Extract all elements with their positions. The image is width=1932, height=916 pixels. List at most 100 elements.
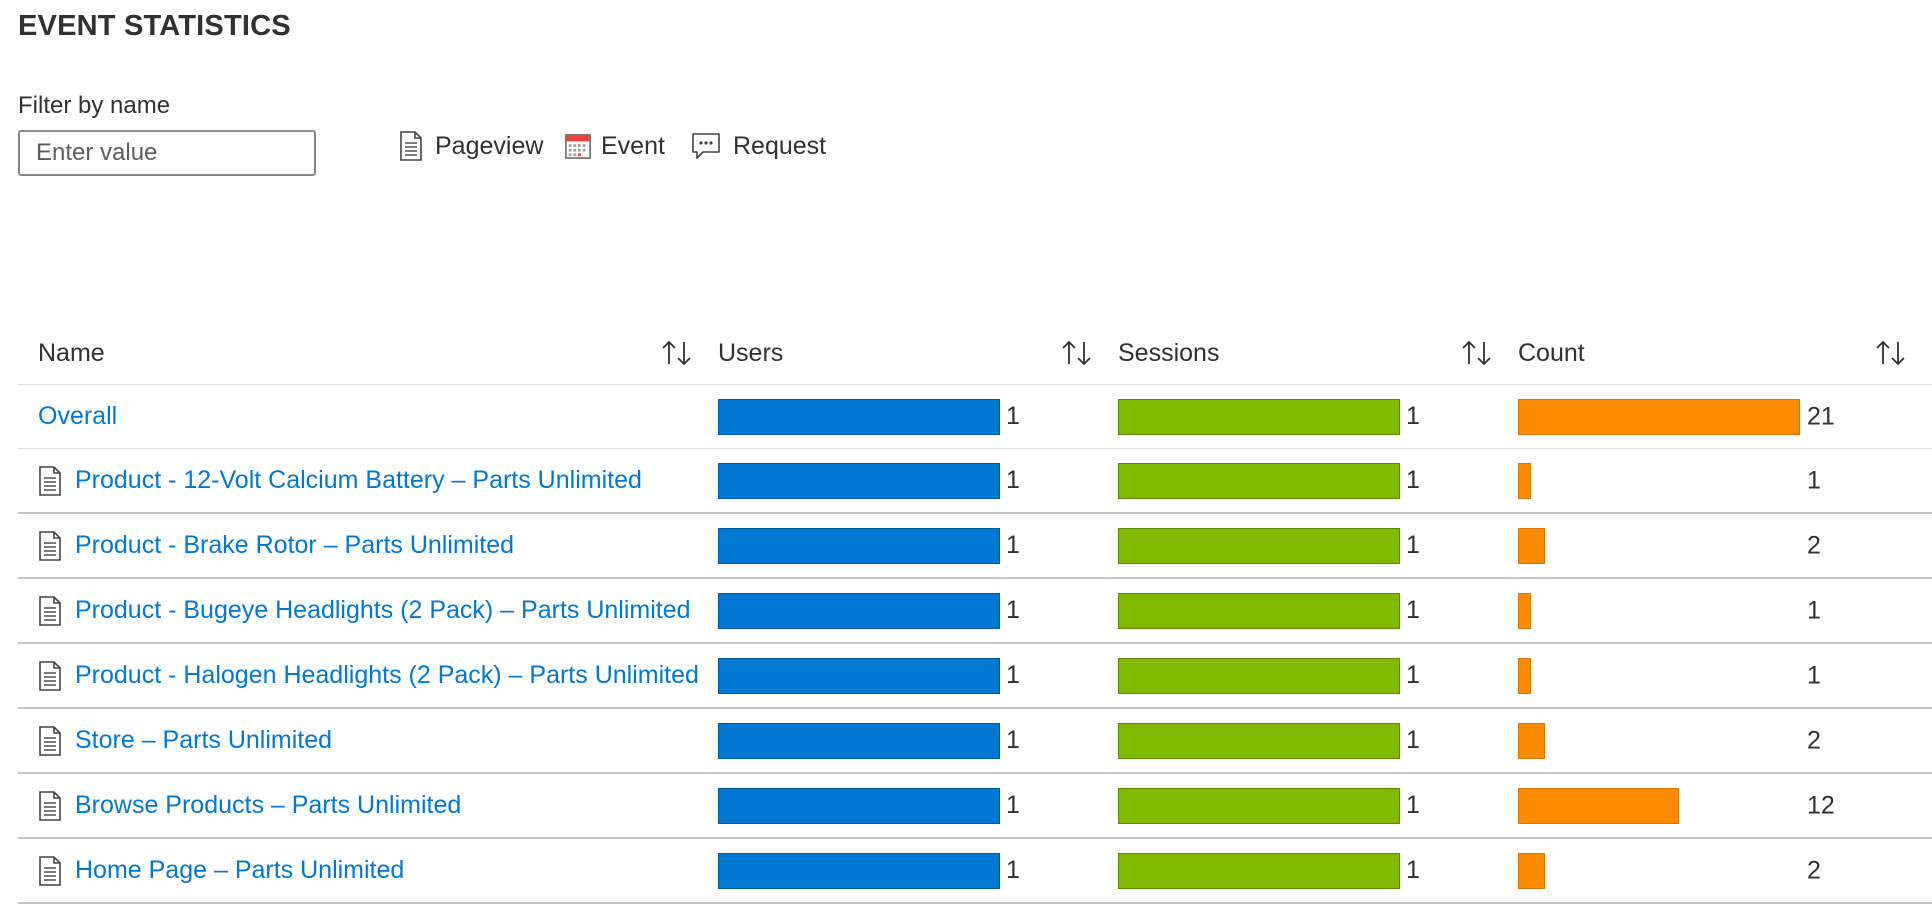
count-value: 21: [1807, 402, 1835, 430]
sessions-cell: 1: [1118, 643, 1518, 709]
legend-pageview-label: Pageview: [435, 131, 544, 160]
event-name-link[interactable]: Product - 12-Volt Calcium Battery – Part…: [75, 466, 642, 495]
filter-by-name-input[interactable]: [18, 130, 316, 176]
sessions-bar: [1118, 852, 1400, 889]
sessions-cell: 1: [1118, 838, 1518, 904]
legend-request: Request: [691, 126, 826, 166]
pageview-icon: [38, 790, 64, 821]
count-value: 1: [1807, 661, 1821, 689]
table-row: Store – Parts Unlimited 1 1 2: [18, 708, 1932, 774]
legend-event: Event: [565, 126, 665, 166]
users-bar: [718, 592, 1000, 629]
count-cell: 21: [1518, 384, 1932, 449]
pageview-icon: [38, 725, 64, 756]
count-bar: [1518, 722, 1545, 759]
event-name-link[interactable]: Overall: [38, 402, 117, 431]
event-name-link[interactable]: Product - Halogen Headlights (2 Pack) – …: [75, 661, 699, 690]
sessions-value: 1: [1406, 661, 1420, 689]
sessions-value: 1: [1406, 466, 1420, 494]
users-cell: 1: [718, 448, 1118, 514]
event-name-link[interactable]: Home Page – Parts Unlimited: [75, 856, 404, 885]
sessions-cell: 1: [1118, 708, 1518, 774]
count-value: 2: [1807, 531, 1821, 559]
sort-icon[interactable]: [1060, 339, 1094, 367]
name-cell: Home Page – Parts Unlimited: [18, 838, 718, 904]
pageview-icon: [38, 595, 64, 626]
table-row: Product - Halogen Headlights (2 Pack) – …: [18, 643, 1932, 709]
users-value: 1: [1006, 856, 1020, 884]
event-statistics-table: Name Users Sessions Count Overall 1 1 21…: [18, 322, 1932, 904]
sessions-cell: 1: [1118, 578, 1518, 644]
users-cell: 1: [718, 513, 1118, 579]
count-bar: [1518, 787, 1679, 824]
sessions-value: 1: [1406, 856, 1420, 884]
legend-pageview: Pageview: [399, 126, 543, 166]
name-cell: Browse Products – Parts Unlimited: [18, 773, 718, 839]
name-column-header[interactable]: Name: [18, 322, 718, 385]
sessions-value: 1: [1406, 531, 1420, 559]
users-header-label: Users: [718, 338, 784, 367]
event-name-link[interactable]: Store – Parts Unlimited: [75, 726, 332, 755]
count-bar: [1518, 527, 1545, 564]
sessions-header-label: Sessions: [1118, 338, 1220, 367]
sort-icon[interactable]: [1874, 339, 1908, 367]
count-header-label: Count: [1518, 338, 1585, 367]
sessions-cell: 1: [1118, 773, 1518, 839]
name-cell: Product - Bugeye Headlights (2 Pack) – P…: [18, 578, 718, 644]
count-bar: [1518, 852, 1545, 889]
event-name-link[interactable]: Product - Brake Rotor – Parts Unlimited: [75, 531, 514, 560]
sessions-bar: [1118, 787, 1400, 824]
pageview-icon: [38, 465, 64, 496]
overall-row: Overall 1 1 21: [18, 384, 1932, 449]
sessions-value: 1: [1406, 791, 1420, 819]
count-cell: 12: [1518, 773, 1932, 839]
users-cell: 1: [718, 838, 1118, 904]
users-value: 1: [1006, 531, 1020, 559]
sessions-cell: 1: [1118, 384, 1518, 449]
count-cell: 1: [1518, 448, 1932, 514]
legend-event-label: Event: [601, 131, 665, 160]
sessions-bar: [1118, 657, 1400, 694]
users-column-header[interactable]: Users: [718, 322, 1118, 385]
users-value: 1: [1006, 466, 1020, 494]
name-cell: Overall: [18, 384, 718, 449]
count-cell: 1: [1518, 578, 1932, 644]
sessions-bar: [1118, 592, 1400, 629]
name-cell: Product - 12-Volt Calcium Battery – Part…: [18, 448, 718, 514]
sessions-column-header[interactable]: Sessions: [1118, 322, 1518, 385]
sessions-cell: 1: [1118, 448, 1518, 514]
request-icon: [691, 131, 723, 161]
users-bar: [718, 852, 1000, 889]
count-bar: [1518, 657, 1531, 694]
pageview-icon: [399, 131, 425, 161]
count-bar: [1518, 592, 1531, 629]
count-cell: 2: [1518, 708, 1932, 774]
sort-icon[interactable]: [1460, 339, 1494, 367]
table-row: Home Page – Parts Unlimited 1 1 2: [18, 838, 1932, 904]
sessions-bar: [1118, 462, 1400, 499]
users-cell: 1: [718, 384, 1118, 449]
users-bar: [718, 527, 1000, 564]
legend-request-label: Request: [733, 131, 827, 160]
count-value: 2: [1807, 726, 1821, 754]
count-column-header[interactable]: Count: [1518, 322, 1932, 385]
users-value: 1: [1006, 402, 1020, 430]
users-bar: [718, 462, 1000, 499]
users-cell: 1: [718, 773, 1118, 839]
count-bar: [1518, 398, 1800, 435]
sessions-bar: [1118, 527, 1400, 564]
event-name-link[interactable]: Browse Products – Parts Unlimited: [75, 791, 461, 820]
users-bar: [718, 787, 1000, 824]
users-cell: 1: [718, 708, 1118, 774]
event-name-link[interactable]: Product - Bugeye Headlights (2 Pack) – P…: [75, 596, 691, 625]
sessions-bar: [1118, 398, 1400, 435]
count-value: 12: [1807, 791, 1835, 819]
count-value: 1: [1807, 466, 1821, 494]
users-bar: [718, 657, 1000, 694]
pageview-icon: [38, 855, 64, 886]
sessions-bar: [1118, 722, 1400, 759]
table-row: Product - Bugeye Headlights (2 Pack) – P…: [18, 578, 1932, 644]
table-row: Product - Brake Rotor – Parts Unlimited 1…: [18, 513, 1932, 579]
sort-icon[interactable]: [660, 339, 694, 367]
users-cell: 1: [718, 578, 1118, 644]
